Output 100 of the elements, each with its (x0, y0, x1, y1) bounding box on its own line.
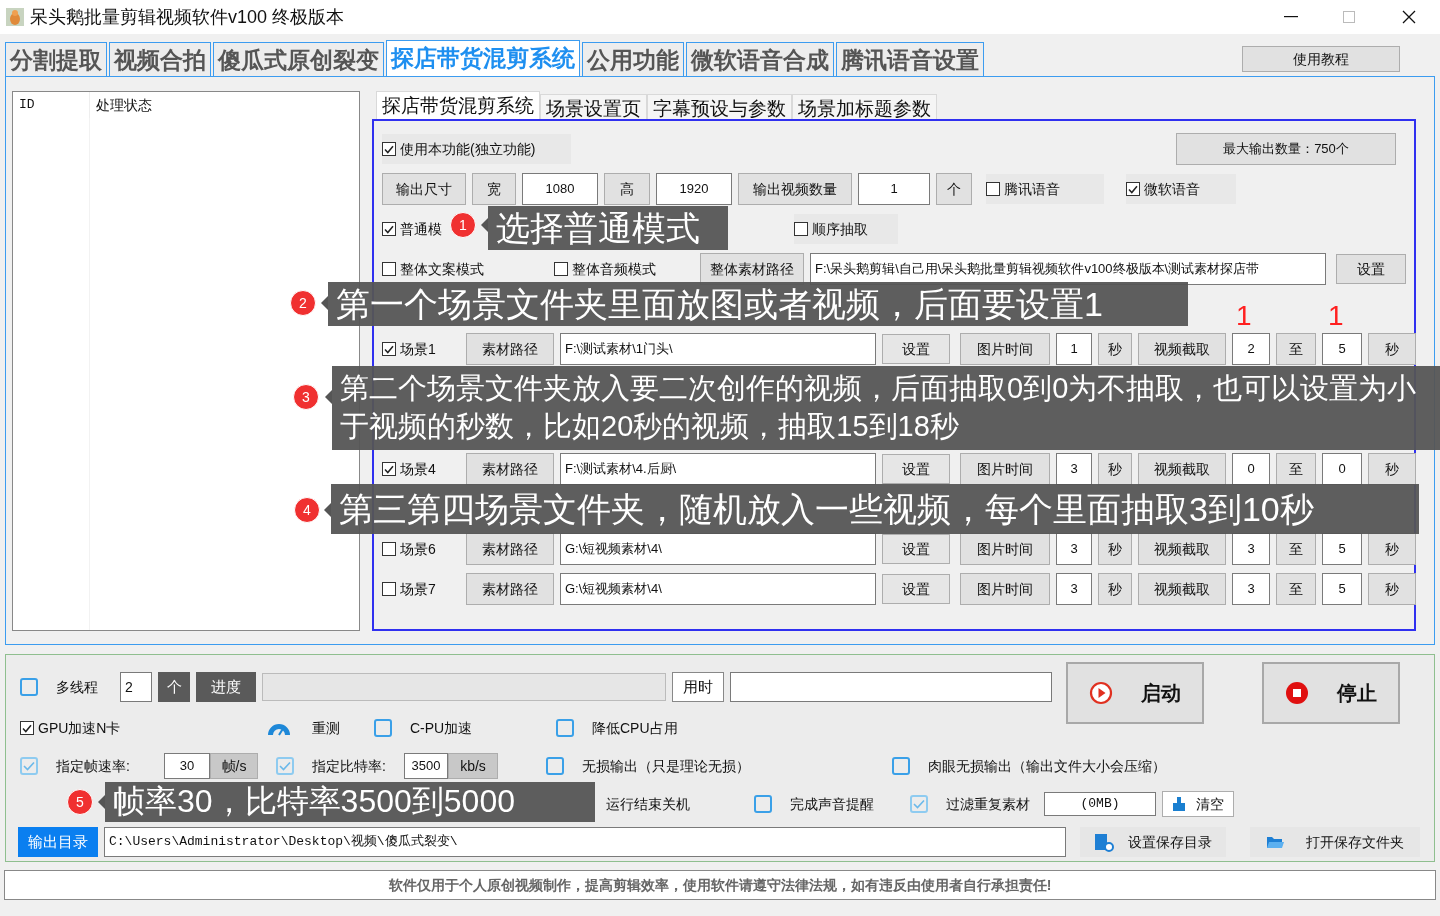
checkbox[interactable] (374, 719, 392, 737)
end-field[interactable]: 5 (1322, 573, 1362, 605)
checkbox[interactable] (382, 142, 396, 156)
tab[interactable]: 傻瓜式原创裂变 (213, 42, 384, 76)
start-field[interactable]: 3 (1232, 533, 1270, 565)
seconds-button[interactable]: 秒 (1368, 573, 1416, 605)
seconds-button[interactable]: 秒 (1098, 533, 1132, 565)
tab[interactable]: 场景设置页 (540, 94, 647, 119)
height-button[interactable]: 高 (604, 173, 650, 205)
checkbox[interactable] (554, 262, 568, 276)
image-time-button[interactable]: 图片时间 (960, 453, 1050, 485)
cache-field[interactable]: (0MB) (1044, 792, 1156, 816)
path-field[interactable]: F:\测试素材\1门头\ (560, 333, 876, 365)
bitrate-field[interactable]: 3500 (404, 753, 448, 779)
path-button[interactable]: 素材路径 (466, 573, 554, 605)
checkbox[interactable] (556, 719, 574, 737)
end-field[interactable]: 0 (1322, 453, 1362, 485)
checkbox[interactable] (382, 542, 396, 556)
path-field[interactable]: F:\测试素材\4.后厨\ (560, 453, 876, 485)
output-path-field[interactable]: C:\Users\Administrator\Desktop\视频\傻瓜式裂变\ (104, 827, 1066, 857)
path-field[interactable]: G:\短视频素材\4\ (560, 533, 876, 565)
checkbox[interactable] (382, 582, 396, 596)
height-field[interactable]: 1920 (656, 173, 732, 205)
width-button[interactable]: 宽 (472, 173, 516, 205)
open-folder-button[interactable]: 打开保存文件夹 (1250, 827, 1420, 857)
start-field[interactable]: 2 (1232, 333, 1270, 365)
width-field[interactable]: 1080 (522, 173, 598, 205)
seconds-button[interactable]: 秒 (1368, 453, 1416, 485)
set-button[interactable]: 设置 (882, 334, 950, 364)
tab[interactable]: 探店带货混剪系统 (376, 91, 540, 119)
stop-button[interactable]: 停止 (1262, 662, 1400, 724)
image-time-button[interactable]: 图片时间 (960, 573, 1050, 605)
thread-field[interactable]: 2 (120, 672, 152, 702)
clip-button[interactable]: 视频截取 (1138, 533, 1226, 565)
to-button[interactable]: 至 (1276, 573, 1316, 605)
seconds-button[interactable]: 秒 (1098, 453, 1132, 485)
tab[interactable]: 微软语音合成 (686, 42, 834, 76)
to-button[interactable]: 至 (1276, 453, 1316, 485)
unit-button[interactable]: 个 (158, 672, 190, 702)
start-field[interactable]: 0 (1232, 453, 1270, 485)
seconds-button[interactable]: 秒 (1368, 533, 1416, 565)
retest-label[interactable]: 重测 (312, 717, 368, 739)
image-time-button[interactable]: 图片时间 (960, 533, 1050, 565)
max-output-button[interactable]: 最大输出数量：750个 (1176, 133, 1396, 165)
set-button[interactable]: 设置 (882, 534, 950, 564)
checkbox[interactable] (892, 757, 910, 775)
seconds-field[interactable]: 3 (1056, 573, 1092, 605)
seconds-button[interactable]: 秒 (1098, 573, 1132, 605)
image-time-button[interactable]: 图片时间 (960, 333, 1050, 365)
tutorial-button[interactable]: 使用教程 (1242, 46, 1400, 72)
seconds-field[interactable]: 3 (1056, 453, 1092, 485)
checkbox[interactable] (1126, 182, 1140, 196)
set-button[interactable]: 设置 (1336, 254, 1406, 284)
unit-button[interactable]: 个 (936, 173, 972, 205)
time-field[interactable] (730, 672, 1052, 702)
checkbox[interactable] (20, 721, 34, 735)
tab[interactable]: 场景加标题参数 (792, 94, 937, 119)
count-field[interactable]: 1 (858, 173, 930, 205)
checkbox[interactable] (986, 182, 1000, 196)
set-button[interactable]: 设置 (882, 454, 950, 484)
start-field[interactable]: 3 (1232, 573, 1270, 605)
checkbox[interactable] (382, 262, 396, 276)
bitrate-unit-button[interactable]: kb/s (448, 753, 498, 779)
path-button[interactable]: 整体素材路径 (700, 253, 804, 285)
path-field[interactable]: G:\短视频素材\4\ (560, 573, 876, 605)
clip-button[interactable]: 视频截取 (1138, 453, 1226, 485)
path-button[interactable]: 素材路径 (466, 533, 554, 565)
fps-field[interactable]: 30 (164, 753, 210, 779)
clear-button[interactable]: 清空 (1162, 791, 1234, 817)
checkbox[interactable] (546, 757, 564, 775)
size-button[interactable]: 输出尺寸 (382, 173, 466, 205)
end-field[interactable]: 5 (1322, 533, 1362, 565)
clip-button[interactable]: 视频截取 (1138, 333, 1226, 365)
end-field[interactable]: 5 (1322, 333, 1362, 365)
checkbox[interactable] (20, 678, 38, 696)
count-button[interactable]: 输出视频数量 (738, 173, 852, 205)
path-button[interactable]: 素材路径 (466, 453, 554, 485)
tab[interactable]: 公用功能 (582, 42, 684, 76)
checkbox[interactable] (754, 795, 772, 813)
set-button[interactable]: 设置 (882, 574, 950, 604)
tab[interactable]: 字幕预设与参数 (647, 94, 792, 119)
tab[interactable]: 腾讯语音设置 (836, 42, 984, 76)
start-button[interactable]: 启动 (1066, 662, 1204, 724)
save-dir-button[interactable]: 设置保存目录 (1080, 827, 1226, 857)
checkbox[interactable] (382, 462, 396, 476)
checkbox[interactable] (382, 222, 396, 236)
checkbox[interactable] (382, 342, 396, 356)
tab[interactable]: 分割提取 (5, 42, 107, 76)
to-button[interactable]: 至 (1276, 533, 1316, 565)
tab[interactable]: 视频合拍 (109, 42, 211, 76)
seconds-button[interactable]: 秒 (1098, 333, 1132, 365)
seconds-field[interactable]: 1 (1056, 333, 1092, 365)
path-field[interactable]: F:\呆头鹅剪辑\自己用\呆头鹅批量剪辑视频软件v100终极版本\测试素材探店带 (810, 253, 1326, 285)
progress-button[interactable]: 进度 (196, 672, 256, 702)
checkbox[interactable] (794, 222, 808, 236)
seconds-button[interactable]: 秒 (1368, 333, 1416, 365)
fps-unit-button[interactable]: 帧/s (210, 753, 258, 779)
to-button[interactable]: 至 (1276, 333, 1316, 365)
clip-button[interactable]: 视频截取 (1138, 573, 1226, 605)
path-button[interactable]: 素材路径 (466, 333, 554, 365)
